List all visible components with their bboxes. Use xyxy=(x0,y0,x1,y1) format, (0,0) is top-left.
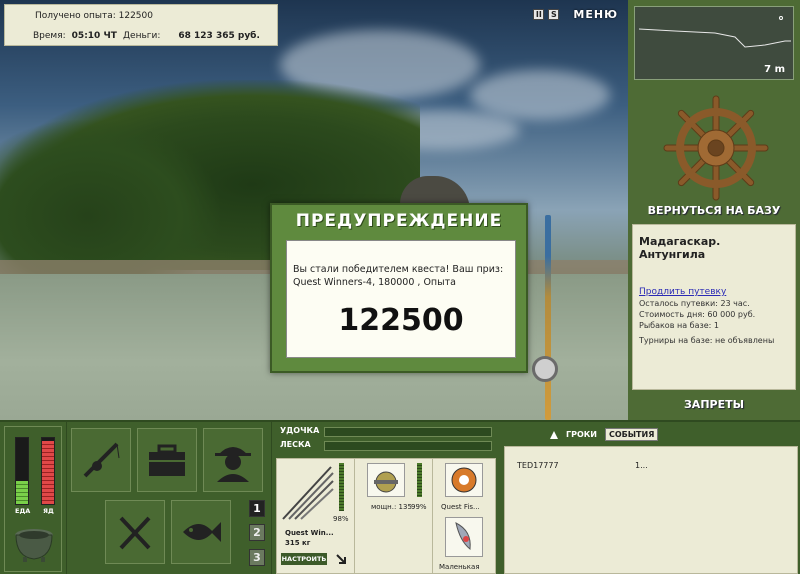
reel-icon xyxy=(374,471,398,493)
fishers-count: Рыбаков на базе: 1 xyxy=(639,321,719,330)
warning-dialog[interactable]: ПРЕДУПРЕЖДЕНИЕ Вы стали победителем квес… xyxy=(270,203,528,373)
player-value: 1... xyxy=(635,461,648,470)
remaining-time: Осталось путевки: 23 час. xyxy=(639,299,750,308)
location-title: Мадагаскар. Антунгила xyxy=(639,235,721,261)
players-panel: ГРОКИ СОБЫТИЯ TED17777 1... xyxy=(502,422,800,574)
tournaments-status: Турниры на базе: не объявлены xyxy=(639,336,775,345)
tackle-box-button[interactable] xyxy=(137,428,197,492)
poison-meter-fill xyxy=(42,441,54,504)
cloud xyxy=(470,70,610,120)
bans-button[interactable]: ЗАПРЕТЫ xyxy=(628,398,800,411)
depth-value: 7 m xyxy=(764,64,785,75)
location-panel: Мадагаскар. Антунгила Продлить путевку О… xyxy=(632,224,796,390)
time-label: Время: xyxy=(33,31,66,41)
time-row: Время: 05:10 ЧТ xyxy=(33,31,117,41)
reel-durability-bar xyxy=(417,463,422,497)
rod-name: Quest Win... xyxy=(285,529,334,537)
depth-meter: 7 m xyxy=(634,6,794,80)
fisherman-button[interactable] xyxy=(203,428,263,492)
rod-durability-value: 98% xyxy=(333,515,349,523)
food-label: ЕДА xyxy=(15,507,31,515)
island-trees xyxy=(0,120,220,280)
bottom-panel: ЕДА ЯД 1 2 3 УДОЧКА ЛЕСКА 98% Quest Win.… xyxy=(0,420,800,574)
dialog-value: 122500 xyxy=(338,303,464,338)
rod-weight: 315 кг xyxy=(285,539,311,547)
experience-label: Получено опыта: xyxy=(35,11,116,21)
tab-events[interactable]: СОБЫТИЯ xyxy=(605,428,659,441)
pause-button[interactable]: II xyxy=(533,9,545,20)
page-button-3[interactable]: 3 xyxy=(249,549,265,566)
reel-durability-value: 99% xyxy=(411,503,427,511)
line-strength-bar xyxy=(324,441,492,451)
fishing-rod xyxy=(545,215,551,420)
lure-image xyxy=(445,517,483,557)
food-button[interactable] xyxy=(105,500,165,564)
right-panel: 7 m ВЕРНУТЬСЯ НА БАЗУ Мадагаскар. Антунг… xyxy=(628,0,800,420)
dialog-body: Вы стали победителем квеста! Ваш приз: Q… xyxy=(286,240,516,358)
rod-image-icon xyxy=(282,466,334,520)
fish-catch-button[interactable] xyxy=(171,500,231,564)
line-spool-icon xyxy=(451,467,477,493)
poison-meter xyxy=(41,437,55,505)
food-meter-fill xyxy=(16,480,28,504)
players-tabs: ГРОКИ СОБЫТИЯ xyxy=(550,428,659,441)
players-list: TED17777 1... xyxy=(504,446,798,574)
return-to-base-button[interactable]: ВЕРНУТЬСЯ НА БАЗУ xyxy=(628,204,800,217)
line-strength-row: ЛЕСКА xyxy=(274,440,498,452)
experience-row: Получено опыта: 122500 xyxy=(35,11,153,21)
page-button-1[interactable]: 1 xyxy=(249,500,265,517)
player-info-panel: Получено опыта: 122500 Время: 05:10 ЧТ Де… xyxy=(4,4,278,46)
tackle-box-icon xyxy=(149,444,185,476)
status-meters: ЕДА ЯД xyxy=(4,426,62,572)
fisherman-icon xyxy=(215,447,251,482)
arrow-up-icon xyxy=(550,430,558,439)
line-spool-image xyxy=(445,463,483,497)
reel-slot[interactable]: мощн.: 135 99% xyxy=(355,459,433,574)
setup-button[interactable]: НАСТРОИТЬ xyxy=(281,553,327,565)
money-value: 68 123 365 руб. xyxy=(178,31,260,41)
menu-button[interactable]: МЕНЮ xyxy=(573,8,618,21)
money-row: Деньги: 68 123 365 руб. xyxy=(123,31,260,41)
cauldron-icon[interactable] xyxy=(13,523,55,563)
fish-icon xyxy=(183,522,221,542)
player-name: TED17777 xyxy=(517,461,559,470)
extend-trip-link[interactable]: Продлить путевку xyxy=(639,287,789,297)
reel-power: мощн.: 135 xyxy=(371,503,412,511)
rod-label: УДОЧКА xyxy=(280,426,320,435)
gear-slots: 98% Quest Win... 315 кг НАСТРОИТЬ мощн.:… xyxy=(276,458,496,574)
arrow-down-right-icon[interactable] xyxy=(335,553,347,565)
rod-strength-bar xyxy=(324,427,492,437)
dialog-title: ПРЕДУПРЕЖДЕНИЕ xyxy=(295,211,503,231)
dialog-message: Вы стали победителем квеста! Ваш приз: Q… xyxy=(293,264,504,288)
food-meter xyxy=(15,437,29,505)
knife-fork-icon xyxy=(119,516,151,550)
line-name: Quest Fis... xyxy=(441,503,480,511)
fishing-reel xyxy=(532,356,558,382)
time-value: 05:10 ЧТ xyxy=(71,31,117,41)
rod-slot[interactable]: 98% Quest Win... 315 кг НАСТРОИТЬ xyxy=(277,459,355,574)
reel-image xyxy=(367,463,405,497)
poison-label: ЯД xyxy=(43,507,54,515)
rod-strength-row: УДОЧКА xyxy=(274,426,498,438)
top-buttons: II S МЕНЮ xyxy=(533,8,618,21)
float-icon xyxy=(779,16,783,20)
line-label: ЛЕСКА xyxy=(280,440,311,449)
tab-players[interactable]: ГРОКИ xyxy=(566,430,597,439)
line-lure-slot[interactable]: Quest Fis... Маленькая xyxy=(433,459,497,574)
gear-panel: УДОЧКА ЛЕСКА 98% Quest Win... 315 кг НАС… xyxy=(274,422,498,574)
tools-panel: 1 2 3 xyxy=(66,422,272,574)
page-button-2[interactable]: 2 xyxy=(249,524,265,541)
rod-tool-button[interactable] xyxy=(71,428,131,492)
ship-wheel-icon[interactable] xyxy=(658,94,774,202)
rod-durability-bar xyxy=(339,463,344,511)
lure-name: Маленькая xyxy=(439,563,480,571)
experience-value: 122500 xyxy=(118,11,153,21)
list-item[interactable]: TED17777 1... xyxy=(517,461,787,470)
money-label: Деньги: xyxy=(123,31,161,41)
sound-button[interactable]: S xyxy=(548,9,560,20)
day-cost: Стоимость дня: 60 000 руб. xyxy=(639,310,756,319)
spoon-lure-icon xyxy=(455,522,471,550)
fishing-rod-icon xyxy=(83,442,120,478)
